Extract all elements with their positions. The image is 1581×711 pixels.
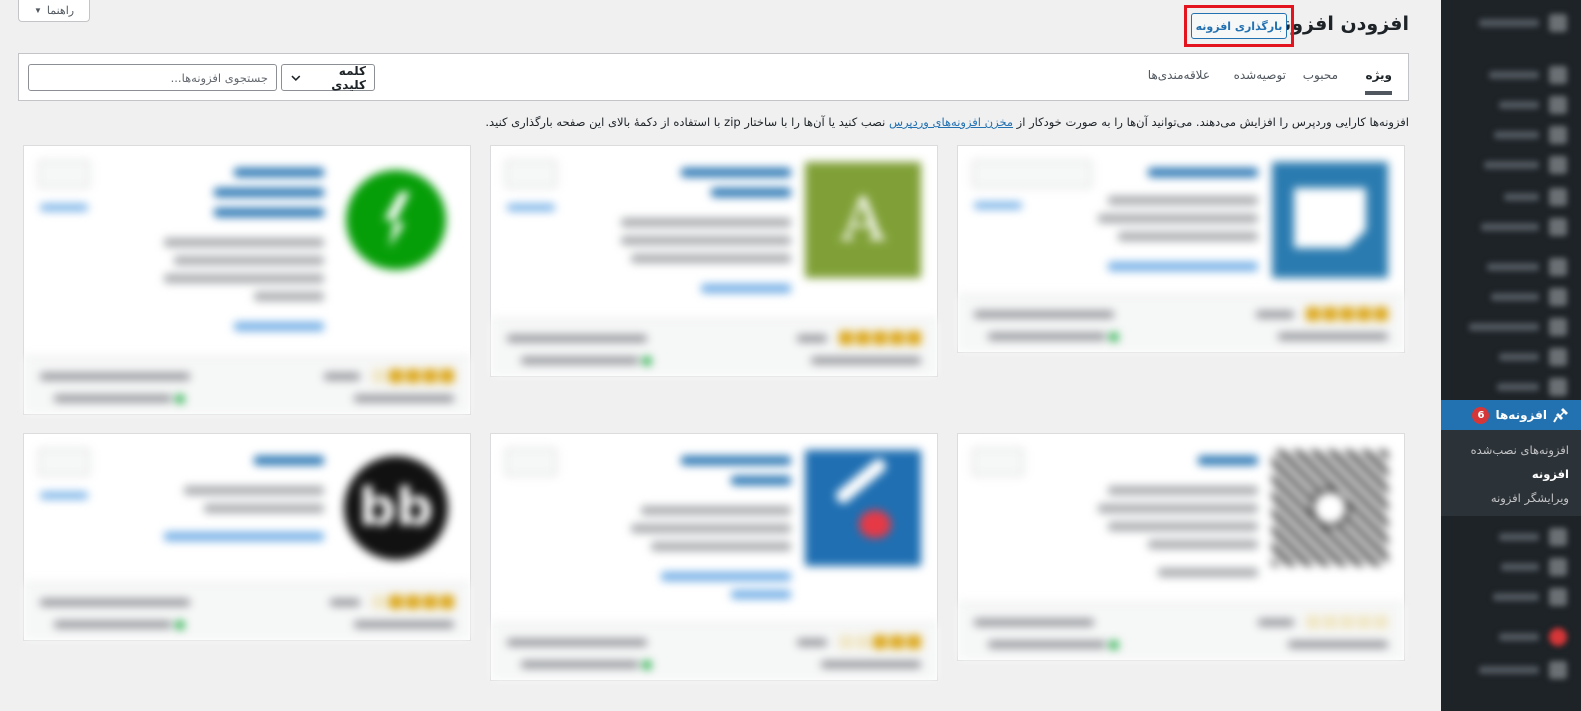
sidebar-item[interactable] <box>1441 582 1581 612</box>
help-button[interactable]: راهنما ▼ <box>18 0 90 22</box>
dashboard-icon <box>1549 14 1567 32</box>
sidebar-item[interactable] <box>1441 372 1581 402</box>
plug-icon <box>1553 408 1568 423</box>
update-count-badge: 6 <box>1472 406 1490 424</box>
feedback-icon <box>1549 218 1567 236</box>
plugin-icon <box>1272 162 1388 278</box>
tab-recommended[interactable]: توصیه‌شده <box>1234 68 1286 82</box>
comments-icon <box>1549 156 1567 174</box>
current-menu-pointer <box>1433 407 1441 423</box>
sidebar-item[interactable] <box>1441 212 1581 242</box>
tab-popular[interactable]: محبوب <box>1303 68 1338 82</box>
plugin-icon <box>338 162 454 278</box>
help-label: راهنما <box>46 5 75 17</box>
posts-icon <box>1549 66 1567 84</box>
settings-icon <box>1549 588 1567 606</box>
plugin-card <box>957 433 1405 661</box>
sidebar-item[interactable] <box>1441 622 1581 652</box>
sidebar-item[interactable] <box>1441 342 1581 372</box>
tools-icon <box>1549 558 1567 576</box>
form-icon <box>1549 188 1567 206</box>
search-input[interactable] <box>28 64 277 91</box>
sidebar-item[interactable] <box>1441 282 1581 312</box>
highlight-box: بارگذاری افزونه <box>1184 5 1294 47</box>
plugin-icon <box>1272 450 1388 566</box>
seo-icon <box>1549 628 1567 646</box>
sidebar-item[interactable] <box>1441 252 1581 282</box>
woocommerce-icon <box>1549 258 1567 276</box>
tab-featured[interactable]: ویژه <box>1365 68 1392 95</box>
sidebar-item[interactable] <box>1441 8 1581 38</box>
admin-sidebar: افزونه‌ها 6 افزونه‌های نصب‌شده افزونه وی… <box>1433 0 1581 711</box>
plugin-card: bb <box>23 433 471 641</box>
sidebar-item[interactable] <box>1441 182 1581 212</box>
submenu-installed-plugins[interactable]: افزونه‌های نصب‌شده <box>1441 438 1581 462</box>
search-type-value: کلمه کلیدی <box>331 63 366 92</box>
chevron-down-icon <box>291 75 301 81</box>
sidebar-item[interactable] <box>1441 60 1581 90</box>
submenu-plugin-editor[interactable]: ویرایشگر افزونه <box>1441 486 1581 510</box>
plugin-icon: A <box>805 162 921 278</box>
submenu-add-plugin[interactable]: افزونه <box>1441 462 1581 486</box>
sidebar-item[interactable] <box>1441 655 1581 685</box>
users-icon <box>1549 528 1567 546</box>
tab-favorites[interactable]: علاقه‌مندی‌ها <box>1148 68 1210 82</box>
appearance-icon <box>1549 378 1567 396</box>
plugins-submenu: افزونه‌های نصب‌شده افزونه ویرایشگر افزون… <box>1441 430 1581 516</box>
plugin-card <box>957 145 1405 353</box>
plugin-card: A <box>490 145 938 377</box>
sidebar-item[interactable] <box>1441 552 1581 582</box>
search-type-select[interactable]: کلمه کلیدی <box>281 63 375 92</box>
plugin-icon <box>805 450 921 566</box>
page-description: افزونه‌ها کارایی وردپرس را افزایش می‌دهن… <box>485 115 1409 129</box>
sidebar-item[interactable] <box>1441 120 1581 150</box>
plugin-filter-bar: ویژه محبوب توصیه‌شده علاقه‌مندی‌ها کلمه … <box>18 53 1409 101</box>
collapse-icon <box>1549 661 1567 679</box>
plugin-card <box>23 145 471 415</box>
sidebar-item-label: افزونه‌ها <box>1495 408 1547 422</box>
plugin-icon: bb <box>338 450 454 566</box>
marketing-icon <box>1549 348 1567 366</box>
products-icon <box>1549 288 1567 306</box>
pages-icon <box>1549 126 1567 144</box>
sidebar-item[interactable] <box>1441 312 1581 342</box>
sidebar-item[interactable] <box>1441 150 1581 180</box>
triangle-down-icon: ▼ <box>33 6 42 15</box>
sidebar-item[interactable] <box>1441 522 1581 552</box>
analytics-icon <box>1549 318 1567 336</box>
sidebar-item-plugins[interactable]: افزونه‌ها 6 <box>1433 400 1581 430</box>
sidebar-item[interactable] <box>1441 90 1581 120</box>
plugin-card <box>490 433 938 681</box>
media-icon <box>1549 96 1567 114</box>
upload-plugin-button[interactable]: بارگذاری افزونه <box>1191 13 1287 39</box>
plugin-directory-link[interactable]: مخزن افزونه‌های وردپرس <box>889 115 1013 129</box>
